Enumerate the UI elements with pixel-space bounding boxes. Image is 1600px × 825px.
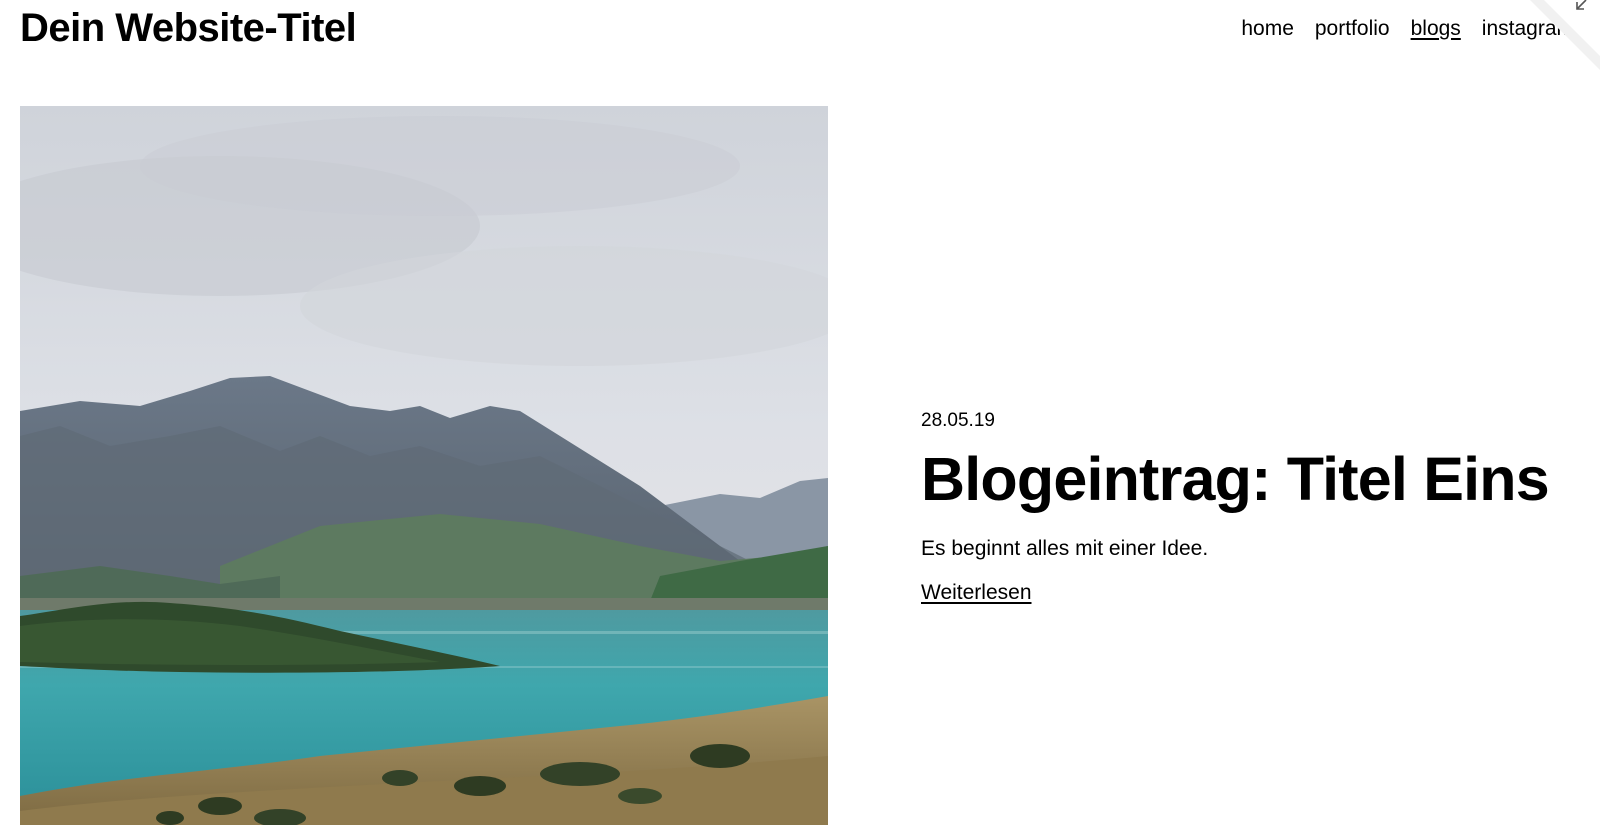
nav-item-portfolio[interactable]: portfolio	[1315, 14, 1390, 44]
nav-item-blogs[interactable]: blogs	[1411, 14, 1461, 44]
blog-post-teaser: 28.05.19 Blogeintrag: Titel Eins Es begi…	[921, 408, 1571, 608]
read-more-link[interactable]: Weiterlesen	[921, 578, 1032, 608]
post-title[interactable]: Blogeintrag: Titel Eins	[921, 444, 1571, 514]
corner-fold[interactable]	[1530, 0, 1600, 70]
site-title[interactable]: Dein Website-Titel	[20, 2, 357, 54]
page: Dein Website-Titel home portfolio blogs …	[0, 0, 1600, 825]
post-date: 28.05.19	[921, 410, 995, 431]
main-nav: home portfolio blogs instagram	[1241, 14, 1574, 44]
post-excerpt: Es beginnt alles mit einer Idee.	[921, 537, 1209, 560]
hero-image	[20, 106, 828, 825]
nav-item-home[interactable]: home	[1241, 14, 1294, 44]
collapse-arrow-icon	[1530, 0, 1600, 70]
landscape-image	[20, 106, 828, 825]
